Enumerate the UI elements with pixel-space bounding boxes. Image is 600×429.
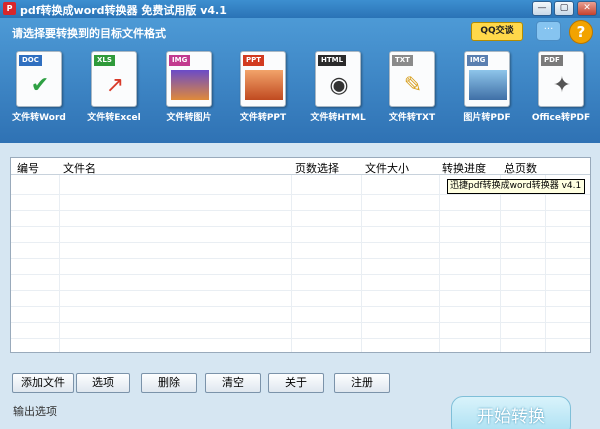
format-html-button[interactable]: HTML ◉ 文件转HTML bbox=[305, 49, 371, 125]
app-logo-icon: P bbox=[3, 2, 16, 15]
format-html-label: 文件转HTML bbox=[310, 113, 366, 123]
column-page-selection[interactable]: 页数选择 bbox=[295, 160, 339, 176]
image-to-pdf-icon: IMG bbox=[464, 51, 510, 107]
format-image-button[interactable]: IMG 文件转图片 bbox=[156, 49, 222, 125]
start-convert-button[interactable]: 开始转换 bbox=[451, 396, 571, 429]
column-total-pages[interactable]: 总页数 bbox=[504, 160, 537, 176]
format-image-to-pdf-label: 图片转PDF bbox=[463, 113, 511, 123]
format-instruction: 请选择要转换到的目标文件格式 bbox=[12, 27, 166, 40]
format-office-to-pdf-label: Office转PDF bbox=[531, 113, 591, 123]
format-excel-label: 文件转Excel bbox=[87, 113, 141, 123]
pdf-icon: PDF ✦ bbox=[538, 51, 584, 107]
format-header: 请选择要转换到的目标文件格式 QQ交谈 ··· ? DOC ✔ 文件转Word … bbox=[0, 18, 600, 143]
format-txt-label: 文件转TXT bbox=[388, 113, 436, 123]
format-word-button[interactable]: DOC ✔ 文件转Word bbox=[6, 49, 72, 125]
excel-chart-icon: XLS ↗ bbox=[91, 51, 137, 107]
window-title: pdf转换成word转换器 免费试用版 v4.1 bbox=[20, 4, 227, 17]
delete-button[interactable]: 删除 bbox=[141, 373, 197, 393]
format-image-to-pdf-button[interactable]: IMG 图片转PDF bbox=[454, 49, 520, 125]
register-button[interactable]: 注册 bbox=[334, 373, 390, 393]
txt-icon: TXT ✎ bbox=[389, 51, 435, 107]
version-tooltip: 迅捷pdf转换成word转换器 v4.1 bbox=[447, 179, 585, 194]
restore-button[interactable]: ▢ bbox=[554, 1, 574, 16]
options-button[interactable]: 选项 bbox=[76, 373, 130, 393]
qq-chat-button[interactable]: QQ交谈 bbox=[471, 22, 523, 41]
chat-bubble-icon[interactable]: ··· bbox=[536, 21, 561, 41]
column-filename[interactable]: 文件名 bbox=[63, 160, 96, 176]
file-list-table[interactable]: 编号 文件名 页数选择 文件大小 转换进度 总页数 迅捷pdf转换成word转换… bbox=[10, 157, 591, 353]
table-header: 编号 文件名 页数选择 文件大小 转换进度 总页数 bbox=[11, 158, 590, 176]
format-excel-button[interactable]: XLS ↗ 文件转Excel bbox=[81, 49, 147, 125]
image-icon: IMG bbox=[166, 51, 212, 107]
column-file-size[interactable]: 文件大小 bbox=[365, 160, 409, 176]
output-options-label: 输出选项 bbox=[13, 405, 57, 418]
format-ppt-button[interactable]: PPT 文件转PPT bbox=[230, 49, 296, 125]
column-number[interactable]: 编号 bbox=[17, 160, 39, 176]
word-doc-icon: DOC ✔ bbox=[16, 51, 62, 107]
format-image-label: 文件转图片 bbox=[166, 113, 212, 123]
format-office-to-pdf-button[interactable]: PDF ✦ Office转PDF bbox=[528, 49, 594, 125]
add-file-button[interactable]: 添加文件 bbox=[12, 373, 74, 393]
column-progress[interactable]: 转换进度 bbox=[442, 160, 486, 176]
about-button[interactable]: 关于 bbox=[268, 373, 324, 393]
format-word-label: 文件转Word bbox=[12, 113, 66, 123]
close-button[interactable]: ✕ bbox=[577, 1, 597, 16]
minimize-button[interactable]: — bbox=[532, 1, 552, 16]
title-bar: P pdf转换成word转换器 免费试用版 v4.1 — ▢ ✕ bbox=[0, 0, 600, 18]
help-icon[interactable]: ? bbox=[569, 20, 593, 44]
format-ppt-label: 文件转PPT bbox=[239, 113, 287, 123]
format-txt-button[interactable]: TXT ✎ 文件转TXT bbox=[379, 49, 445, 125]
ppt-icon: PPT bbox=[240, 51, 286, 107]
html-globe-icon: HTML ◉ bbox=[315, 51, 361, 107]
clear-button[interactable]: 清空 bbox=[205, 373, 261, 393]
